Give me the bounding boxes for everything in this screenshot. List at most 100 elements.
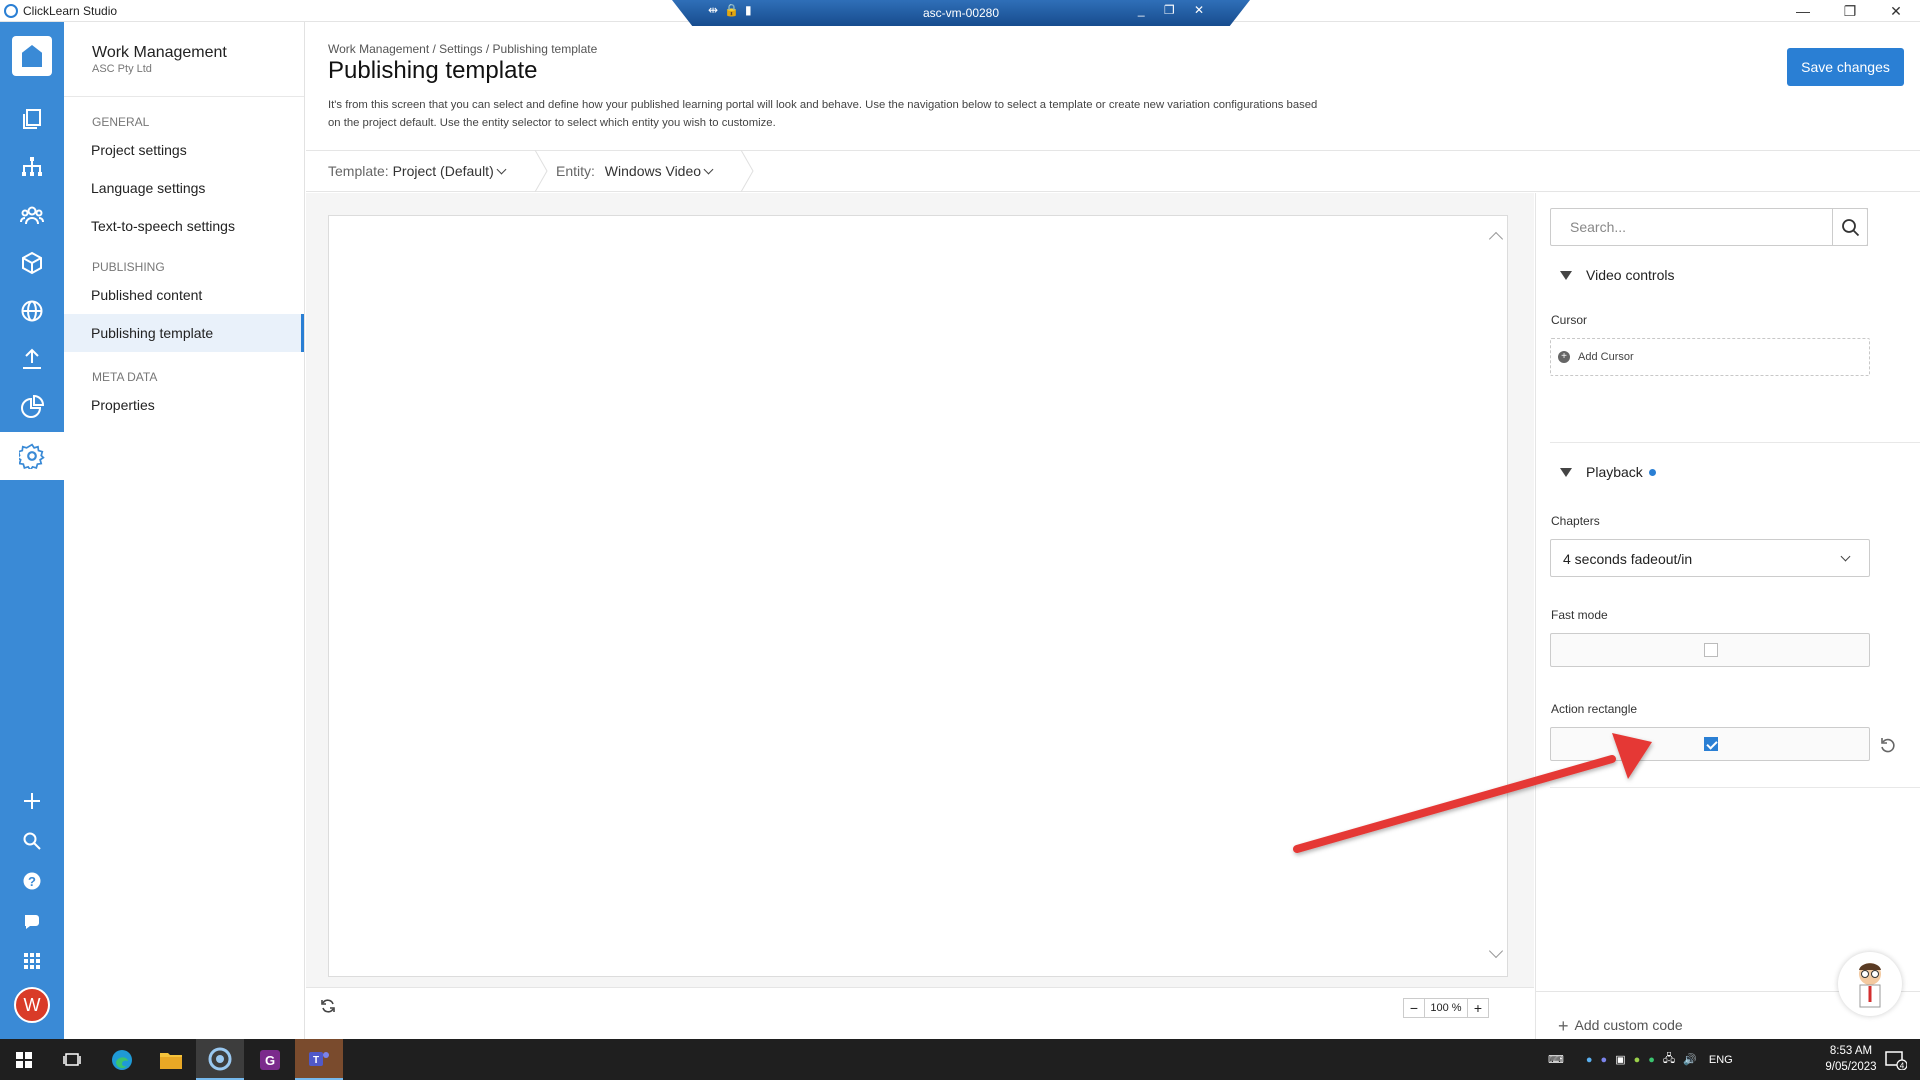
app-logo-icon xyxy=(4,4,18,18)
add-circle-icon: + xyxy=(1558,351,1570,363)
nav-section-metadata: META DATA xyxy=(92,370,158,384)
keyboard-icon[interactable]: ⌨ xyxy=(1548,1053,1564,1066)
clicklearn-taskbar-icon[interactable] xyxy=(196,1039,244,1080)
package-icon[interactable] xyxy=(17,248,47,278)
windows-taskbar: G T ⌨ ● ● ▣ ● ● 🖧 🔊 ENG 8:53 AM 9/05/202… xyxy=(0,1039,1920,1080)
breadcrumb: Work Management / Settings / Publishing … xyxy=(328,42,598,56)
playback-group-toggle[interactable]: Playback xyxy=(1560,464,1656,480)
playback-title: Playback xyxy=(1586,464,1643,480)
reset-icon[interactable] xyxy=(1878,736,1898,756)
notification-count: 4 xyxy=(1900,1061,1905,1070)
template-label: Template: xyxy=(328,163,389,179)
modified-dot-icon xyxy=(1648,469,1656,476)
chat-icon[interactable] xyxy=(17,906,47,936)
org-chart-icon[interactable] xyxy=(17,152,47,182)
page-title: Publishing template xyxy=(328,57,538,84)
refresh-icon[interactable] xyxy=(320,998,336,1019)
network-icon[interactable]: 🖧 xyxy=(1663,1050,1675,1069)
chevron-down-icon xyxy=(496,164,507,175)
nav-section-publishing: PUBLISHING xyxy=(92,260,165,274)
tray-app-icon[interactable]: ● xyxy=(1586,1054,1593,1066)
video-controls-title: Video controls xyxy=(1586,267,1675,283)
zoom-out-button[interactable]: − xyxy=(1404,999,1424,1017)
entity-label: Entity: xyxy=(556,163,595,179)
action-rectangle-label: Action rectangle xyxy=(1551,702,1638,716)
user-avatar[interactable]: W xyxy=(14,987,50,1023)
action-rectangle-checkbox[interactable] xyxy=(1704,737,1718,751)
group-divider xyxy=(1550,787,1920,788)
help-icon[interactable]: ? xyxy=(17,866,47,896)
nav-section-general: GENERAL xyxy=(92,115,150,129)
entity-selector[interactable]: Entity: Windows Video xyxy=(556,163,714,179)
app-rail: ? W xyxy=(0,22,64,1039)
page-description: It's from this screen that you can selec… xyxy=(328,99,1318,129)
vm-window-controls[interactable]: _ ❐ ✕ xyxy=(1138,3,1212,17)
tray-app3-icon[interactable]: ● xyxy=(1648,1054,1655,1066)
entity-value: Windows Video xyxy=(604,163,702,179)
nav-item-tts-settings[interactable]: Text-to-speech settings xyxy=(64,207,304,245)
users-icon[interactable] xyxy=(17,200,47,230)
nav-item-publishing-template[interactable]: Publishing template xyxy=(64,314,304,352)
notifications-icon[interactable]: 4 xyxy=(1872,1039,1920,1080)
tray-app2-icon[interactable]: ● xyxy=(1634,1054,1641,1066)
file-explorer-icon[interactable] xyxy=(147,1039,195,1080)
template-preview-frame[interactable] xyxy=(328,215,1508,977)
app-title: ClickLearn Studio xyxy=(23,4,118,18)
add-icon[interactable] xyxy=(17,786,47,816)
close-button[interactable]: ✕ xyxy=(1876,1,1916,21)
globe-icon[interactable] xyxy=(17,296,47,326)
teams-icon[interactable]: T xyxy=(295,1039,343,1080)
settings-gear-icon[interactable] xyxy=(17,441,47,471)
search-icon[interactable] xyxy=(17,826,47,856)
chevron-down-icon xyxy=(703,164,714,175)
nav-item-language-settings[interactable]: Language settings xyxy=(64,169,304,207)
add-cursor-button[interactable]: + Add Cursor xyxy=(1550,338,1870,376)
zoom-level: 100 % xyxy=(1424,999,1468,1017)
tray-monitor-icon[interactable]: ▣ xyxy=(1615,1053,1625,1066)
add-custom-code-button[interactable]: + Add custom code xyxy=(1558,1014,1683,1036)
fast-mode-checkbox[interactable] xyxy=(1704,643,1718,657)
plus-icon: + xyxy=(1558,1016,1569,1036)
save-changes-button[interactable]: Save changes xyxy=(1787,48,1904,86)
windows-start-icon[interactable] xyxy=(0,1039,48,1080)
assistant-mascot-icon[interactable] xyxy=(1838,952,1902,1016)
action-rectangle-field xyxy=(1550,727,1870,761)
collapse-triangle-icon xyxy=(1560,468,1572,477)
clicklearn-logo-icon[interactable] xyxy=(12,36,52,76)
tray-teams-icon[interactable]: ● xyxy=(1601,1054,1608,1066)
system-tray: ⌨ ● ● ▣ ● ● 🖧 🔊 ENG xyxy=(1548,1039,1733,1080)
search-button[interactable] xyxy=(1832,208,1868,246)
workspace-name: Work Management xyxy=(92,44,227,61)
publish-icon[interactable] xyxy=(17,344,47,374)
collapse-triangle-icon xyxy=(1560,271,1572,280)
fast-mode-label: Fast mode xyxy=(1551,608,1608,622)
chapters-label: Chapters xyxy=(1551,514,1600,528)
chapters-select[interactable]: 4 seconds fadeout/in xyxy=(1550,539,1870,577)
pdf-editor-icon[interactable]: G xyxy=(246,1039,294,1080)
nav-item-properties[interactable]: Properties xyxy=(64,386,304,424)
property-search-input[interactable] xyxy=(1551,209,1801,245)
documents-icon[interactable] xyxy=(17,104,47,134)
properties-panel: Video controls Cursor + Add Cursor Playb… xyxy=(1535,193,1920,1039)
settings-nav: Work Management ASC Pty Ltd GENERAL Proj… xyxy=(64,22,305,1039)
nav-item-published-content[interactable]: Published content xyxy=(64,276,304,314)
minimize-button[interactable]: — xyxy=(1783,1,1823,21)
organization-name: ASC Pty Ltd xyxy=(92,63,152,75)
language-indicator[interactable]: ENG xyxy=(1709,1054,1733,1066)
scroll-down-icon[interactable] xyxy=(1488,943,1504,959)
template-selector[interactable]: Template: Project (Default) xyxy=(328,163,507,179)
breadcrumb-separator-icon xyxy=(534,150,548,192)
restore-button[interactable]: ❐ xyxy=(1830,1,1870,21)
video-controls-group-toggle[interactable]: Video controls xyxy=(1560,267,1674,283)
zoom-in-button[interactable]: + xyxy=(1468,999,1488,1017)
nav-item-project-settings[interactable]: Project settings xyxy=(64,131,304,169)
task-view-icon[interactable] xyxy=(48,1039,96,1080)
chevron-down-icon xyxy=(1840,551,1851,562)
analytics-icon[interactable] xyxy=(17,392,47,422)
scroll-up-icon[interactable] xyxy=(1488,231,1504,247)
apps-grid-icon[interactable] xyxy=(17,946,47,976)
volume-icon[interactable]: 🔊 xyxy=(1683,1053,1697,1066)
edge-browser-icon[interactable] xyxy=(98,1039,146,1080)
workspace-header: Work Management ASC Pty Ltd xyxy=(64,22,304,97)
main-content: Work Management / Settings / Publishing … xyxy=(306,22,1920,1039)
